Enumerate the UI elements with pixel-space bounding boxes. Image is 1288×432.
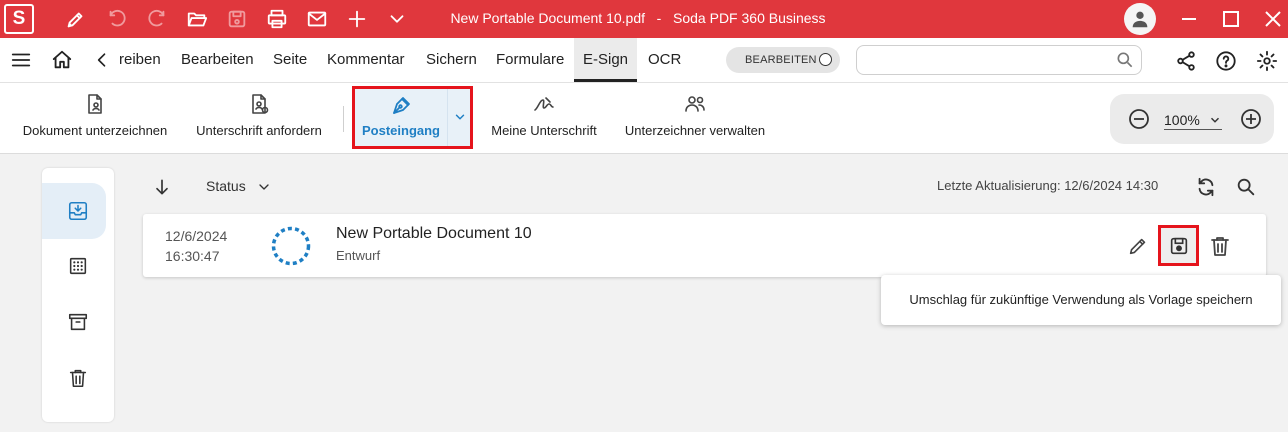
signature-icon — [531, 91, 557, 117]
settings-gear-icon[interactable] — [1255, 49, 1279, 73]
share-icon[interactable] — [1174, 49, 1198, 73]
save-icon[interactable] — [225, 7, 249, 31]
tab-seite[interactable]: Seite — [273, 38, 307, 82]
home-icon[interactable] — [50, 48, 74, 72]
row-time: 16:30:47 — [165, 248, 220, 264]
request-signature-button[interactable]: Unterschrift anfordern — [186, 83, 332, 153]
inbox-button[interactable]: Posteingang — [352, 86, 473, 149]
app-name: Soda PDF 360 Business — [673, 10, 826, 26]
sign-document-icon — [82, 91, 108, 117]
inbox-label: Posteingang — [361, 123, 440, 138]
scroll-left-icon[interactable] — [90, 48, 114, 72]
request-signature-icon — [246, 91, 272, 117]
tab-ocr[interactable]: OCR — [648, 38, 681, 82]
zoom-select[interactable]: 100% — [1164, 111, 1222, 130]
zoom-value: 100% — [1164, 112, 1200, 128]
pen-nib-icon — [389, 94, 413, 118]
search-input[interactable] — [865, 46, 1109, 74]
manage-signers-label: Unterzeichner verwalten — [624, 123, 766, 138]
sort-field-chevron-down-icon[interactable] — [252, 175, 276, 199]
my-signature-button[interactable]: Meine Unterschrift — [482, 83, 606, 153]
hamburger-menu-icon[interactable] — [9, 48, 33, 72]
row-status: Entwurf — [336, 248, 381, 263]
ribbon-separator — [343, 106, 344, 132]
sign-document-button[interactable]: Dokument unterzeichnen — [17, 83, 173, 153]
edit-pencil-icon[interactable] — [1124, 232, 1152, 260]
manage-signers-button[interactable]: Unterzeichner verwalten — [620, 83, 770, 153]
document-name: New Portable Document 10.pdf — [450, 10, 645, 26]
request-signature-label: Unterschrift anfordern — [196, 123, 322, 138]
table-row[interactable]: 12/6/2024 16:30:47 New Portable Document… — [143, 214, 1266, 277]
inbox-dropdown-chevron-icon[interactable] — [453, 110, 467, 124]
zoom-chevron-down-icon — [1210, 117, 1220, 123]
title-separator: - — [656, 10, 662, 26]
last-update-label: Letzte Aktualisierung: — [937, 178, 1061, 193]
save-template-tooltip: Umschlag für zukünftige Verwendung als V… — [881, 275, 1281, 325]
sort-field-label[interactable]: Status — [206, 178, 246, 194]
e-sign-ribbon: Dokument unterzeichnen Unterschrift anfo… — [0, 83, 1288, 154]
search-icon[interactable] — [1115, 50, 1135, 70]
my-signature-label: Meine Unterschrift — [491, 123, 597, 138]
row-datetime: 12/6/2024 16:30:47 — [165, 226, 227, 266]
redo-icon[interactable] — [145, 7, 169, 31]
search-box[interactable] — [856, 45, 1142, 75]
refresh-icon[interactable] — [1194, 175, 1218, 199]
list-search-icon[interactable] — [1234, 175, 1258, 199]
tab-sichern[interactable]: Sichern — [426, 38, 477, 82]
undo-icon[interactable] — [105, 7, 129, 31]
zoom-control: 100% — [1110, 94, 1274, 144]
edit-mode-label: BEARBEITEN — [745, 54, 817, 66]
help-icon[interactable] — [1214, 49, 1238, 73]
drafts-grid-icon[interactable] — [58, 246, 98, 286]
zoom-out-icon[interactable] — [1127, 107, 1151, 131]
tab-kommentar[interactable]: Kommentar — [327, 38, 405, 82]
last-update-value: 12/6/2024 14:30 — [1064, 178, 1159, 193]
people-icon — [682, 91, 708, 117]
tab-e-sign[interactable]: E-Sign — [574, 38, 637, 82]
chevron-down-icon[interactable] — [385, 7, 409, 31]
draft-status-ring-icon — [270, 225, 312, 267]
inbox-split-divider — [447, 89, 448, 146]
pen-icon[interactable] — [64, 7, 88, 31]
minimize-button[interactable] — [1177, 7, 1201, 31]
inbox-tray-icon[interactable] — [58, 191, 98, 231]
row-date: 12/6/2024 — [165, 228, 228, 244]
sign-document-label: Dokument unterzeichnen — [22, 123, 168, 138]
tab-bearbeiten[interactable]: Bearbeiten — [181, 38, 254, 82]
close-button[interactable] — [1261, 7, 1285, 31]
zoom-in-icon[interactable] — [1239, 107, 1263, 131]
envelope-folders-panel — [42, 168, 114, 422]
sort-direction-arrow-icon[interactable] — [150, 175, 174, 199]
tab-schreiben[interactable]: reiben — [119, 38, 165, 82]
toggle-knob — [819, 53, 832, 66]
save-as-template-button[interactable] — [1158, 225, 1199, 266]
trash-folder-icon[interactable] — [58, 358, 98, 398]
delete-trash-icon[interactable] — [1206, 232, 1234, 260]
user-icon — [1132, 11, 1148, 28]
print-icon[interactable] — [265, 7, 289, 31]
user-avatar[interactable] — [1124, 3, 1156, 35]
save-template-icon — [1170, 237, 1187, 254]
row-document-name: New Portable Document 10 — [336, 225, 532, 242]
edit-mode-toggle[interactable]: BEARBEITEN — [726, 47, 840, 73]
title-bar: S New Portable Document 10.pdf - Soda PD… — [0, 0, 1288, 38]
last-update: Letzte Aktualisierung: 12/6/2024 14:30 — [937, 178, 1158, 193]
open-folder-icon[interactable] — [185, 7, 209, 31]
mail-icon[interactable] — [305, 7, 329, 31]
plus-icon[interactable] — [345, 7, 369, 31]
maximize-button[interactable] — [1219, 7, 1243, 31]
tab-formulare[interactable]: Formulare — [496, 38, 564, 82]
archive-icon[interactable] — [58, 302, 98, 342]
app-logo: S — [4, 4, 34, 34]
